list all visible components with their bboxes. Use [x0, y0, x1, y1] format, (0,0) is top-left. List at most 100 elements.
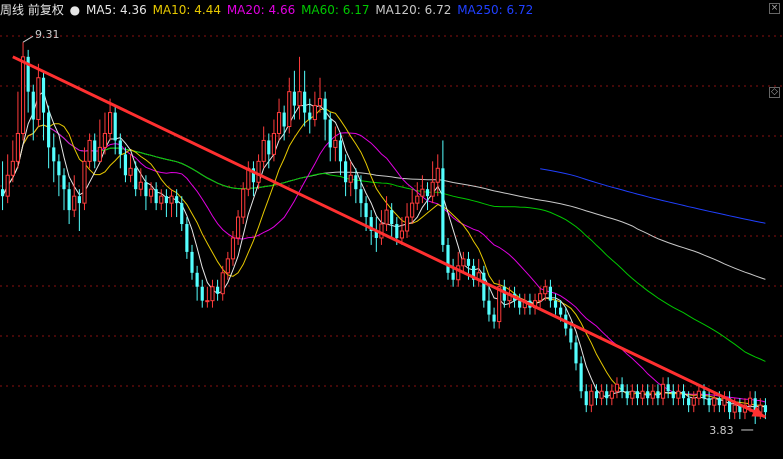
candle-body-up [317, 98, 323, 107]
candle-body-down [354, 175, 358, 190]
candle-body-up [420, 188, 425, 197]
candle-body-up [538, 293, 543, 302]
candle-body-up [691, 397, 696, 406]
candle-body-down [282, 112, 286, 127]
candle-body-down [93, 140, 97, 162]
candle-body-down [31, 91, 35, 120]
candle-body-up [399, 230, 405, 239]
candle-body-up [732, 404, 737, 413]
candle-body-up [348, 174, 353, 183]
candle-body-up [696, 390, 701, 399]
candle-body-up [235, 216, 241, 239]
candle-body-down [175, 196, 179, 204]
candle-body-up [10, 160, 15, 176]
candle-body-down [113, 112, 117, 141]
candle-body-down [605, 391, 609, 399]
candle-body-up [97, 146, 102, 162]
ma250-line [540, 168, 766, 224]
candle-body-down [425, 189, 430, 197]
candle-body-up [287, 91, 292, 127]
candle-body-down [656, 391, 660, 399]
candle-body-up [543, 286, 548, 295]
candle-body-down [518, 300, 522, 308]
candle-body-down [154, 189, 158, 204]
candle-body-down [62, 175, 66, 190]
candle-body-up [614, 383, 620, 392]
candle-body-down [267, 140, 271, 155]
candle-body-down [164, 196, 168, 204]
candle-body-up [410, 202, 415, 218]
candle-body-down [635, 391, 640, 399]
candle-body-up [640, 390, 645, 399]
candle-body-up [36, 77, 41, 121]
candle-body-down [323, 98, 327, 120]
candle-body-down [482, 272, 486, 301]
candle-body-up [630, 390, 635, 399]
candle-body-up [210, 286, 215, 302]
candle-body-up [241, 188, 246, 218]
high-price-label: 9.31 [35, 28, 60, 41]
candle-body-down [594, 391, 599, 399]
candle-body-down [646, 391, 650, 399]
candlestick-chart: 9.31 3.83 [0, 28, 783, 437]
candle-body-down [190, 251, 194, 273]
trend-arrow-line [12, 55, 767, 419]
candle-body-down [671, 391, 675, 399]
candle-body-down [41, 77, 46, 113]
candle-body-up [261, 139, 266, 162]
candle-body-down [52, 147, 56, 162]
candle-body-up [461, 258, 466, 267]
candle-body-up [5, 174, 10, 197]
candle-body-up [72, 195, 77, 211]
candle-body-down [625, 391, 629, 399]
high-label-pointer [22, 35, 34, 43]
candle-body-up [404, 216, 410, 232]
candle-body-up [220, 272, 225, 295]
candle-body-down [584, 391, 588, 406]
candle-body-up [589, 390, 594, 406]
candle-body-down [548, 286, 552, 301]
candle-body-up [138, 181, 143, 190]
candle-body-down [0, 189, 5, 197]
candle-body-up [650, 390, 655, 399]
candle-body-down [707, 398, 711, 406]
candle-body-down [180, 203, 184, 225]
candle-body-up [609, 390, 614, 399]
candle-body-up [333, 139, 338, 148]
candle-body-up [15, 132, 21, 162]
candle-body-down [553, 300, 558, 308]
candle-body-down [487, 300, 491, 315]
candle-body-up [225, 258, 230, 274]
candle-body-down [47, 112, 51, 148]
candle-body-down [118, 140, 122, 155]
candle-body-down [466, 258, 471, 266]
candle-body-up [148, 188, 154, 197]
candle-body-up [256, 160, 261, 183]
candle-body-down [67, 189, 71, 211]
candle-body-up [128, 167, 133, 176]
candle-body-up [276, 112, 282, 134]
candle-body-up [435, 167, 440, 183]
candle-body-down [666, 384, 670, 392]
candle-body-down [390, 210, 394, 225]
candle-body-up [430, 181, 435, 197]
candle-body-up [599, 390, 604, 399]
candle-body-up [205, 300, 210, 303]
candle-body-down [559, 307, 563, 315]
candle-body-up [159, 195, 164, 204]
candle-body-up [271, 132, 277, 155]
candle-body-down [216, 286, 220, 294]
candle-body-up [87, 139, 92, 162]
candle-body-up [297, 91, 302, 107]
candle-body-up [415, 195, 420, 204]
candle-body-down [446, 244, 450, 273]
candle-body-down [328, 119, 332, 148]
candle-body-up [384, 209, 389, 225]
candle-body-down [574, 342, 578, 364]
candle-body-down [200, 286, 204, 301]
candle-body-down [57, 161, 61, 176]
candle-body-down [134, 168, 138, 190]
candle-body-down [292, 91, 296, 106]
candle-body-up [660, 383, 666, 399]
candle-body-down [144, 182, 148, 197]
